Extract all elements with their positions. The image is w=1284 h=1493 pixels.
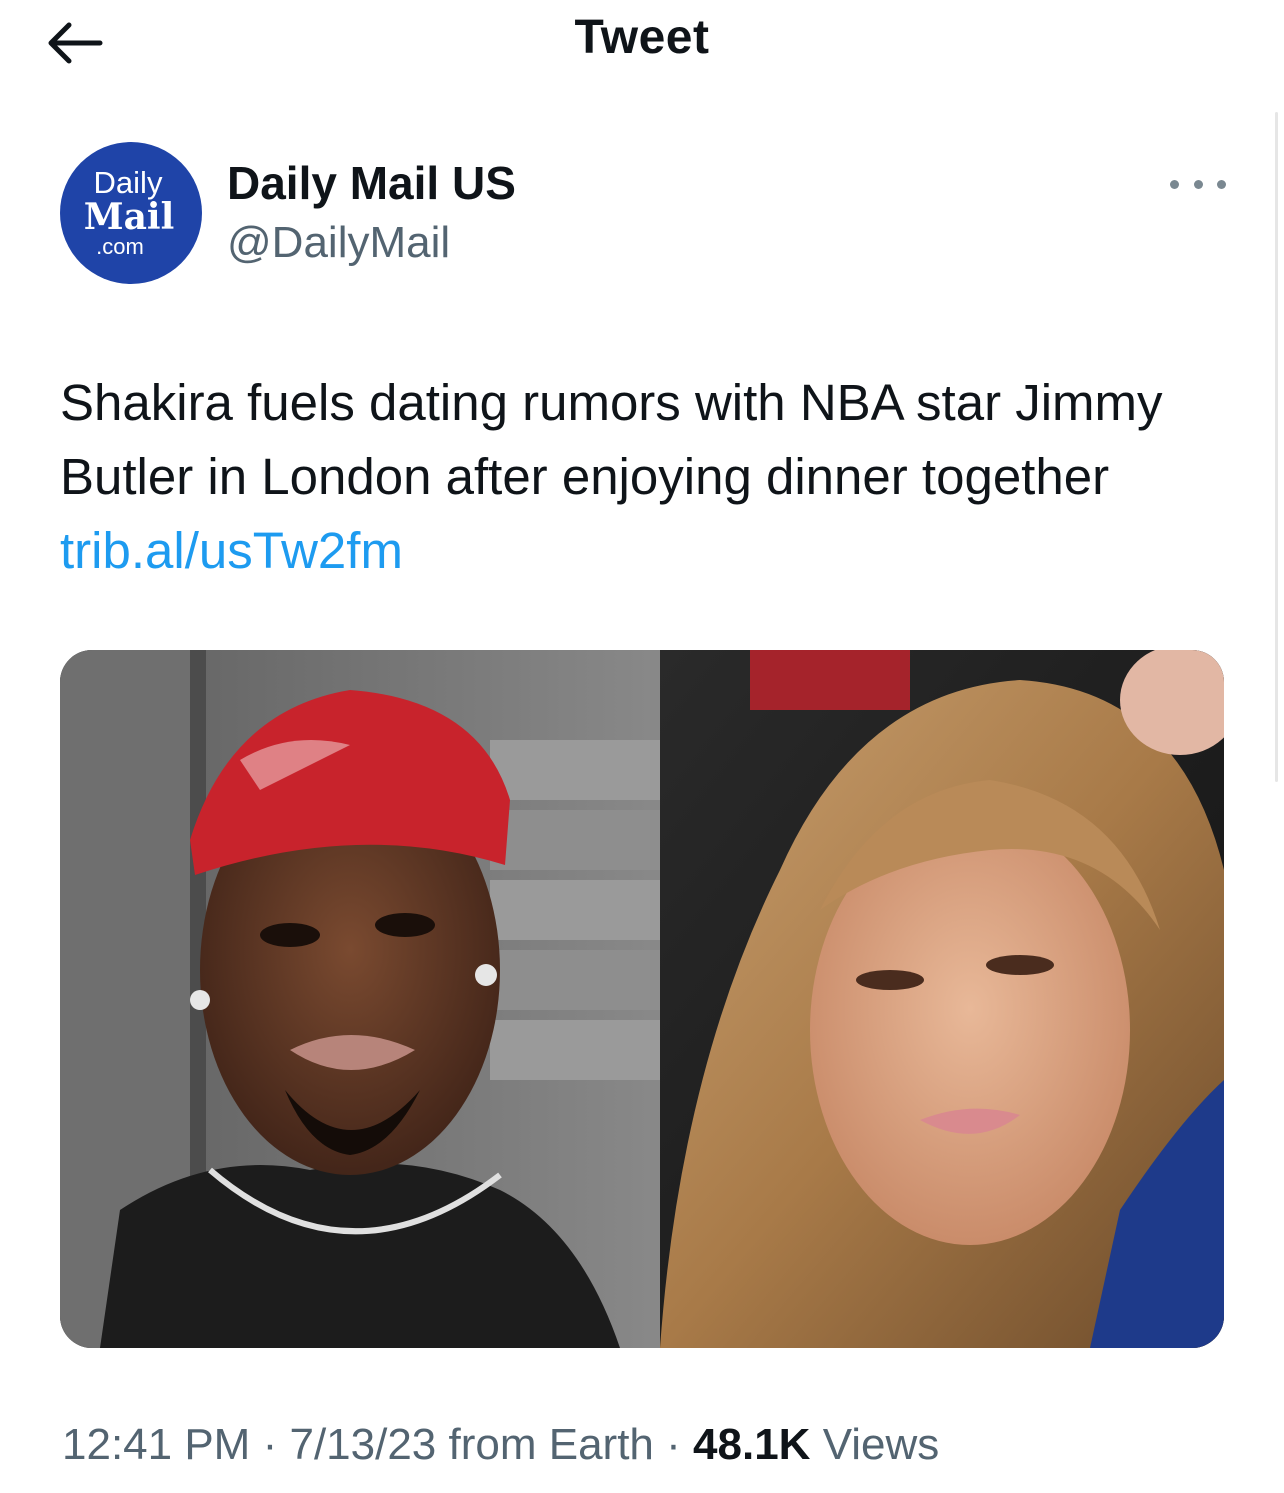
avatar[interactable]: Daily Mail .com: [60, 142, 202, 284]
more-dots-icon: [1217, 179, 1226, 189]
avatar-line-1: Daily: [93, 165, 163, 200]
meta-separator: ·: [262, 1420, 278, 1469]
tweet-date[interactable]: 7/13/23: [289, 1420, 436, 1469]
tweet-page: Tweet Daily Mail .com Daily Mail US @Dai…: [0, 0, 1284, 1493]
tweet-link[interactable]: trib.al/usTw2fm: [60, 522, 403, 579]
meta-separator: ·: [666, 1420, 681, 1469]
author-display-name[interactable]: Daily Mail US: [227, 156, 516, 210]
tweet-time[interactable]: 12:41 PM: [62, 1420, 250, 1469]
views-label: Views: [822, 1420, 940, 1469]
tweet-text: Shakira fuels dating rumors with NBA sta…: [60, 366, 1190, 588]
tweet-body: Shakira fuels dating rumors with NBA sta…: [60, 374, 1163, 505]
photo-illustration: [60, 650, 1224, 1348]
avatar-line-2: Mail: [83, 196, 175, 238]
avatar-line-3: .com: [96, 234, 144, 259]
tweet-media-image[interactable]: [60, 650, 1224, 1348]
views-count[interactable]: 48.1K: [693, 1420, 810, 1469]
more-options-button[interactable]: [1170, 166, 1226, 202]
scrollbar[interactable]: [1275, 112, 1278, 782]
page-title: Tweet: [574, 11, 710, 64]
more-dots-icon: [1170, 179, 1179, 189]
more-dots-icon: [1193, 179, 1203, 189]
author-handle[interactable]: @DailyMail: [227, 218, 450, 268]
tweet-source: from Earth: [448, 1420, 654, 1469]
tweet-meta: 12:41 PM · 7/13/23 from Earth · 48.1K Vi…: [62, 1420, 939, 1470]
